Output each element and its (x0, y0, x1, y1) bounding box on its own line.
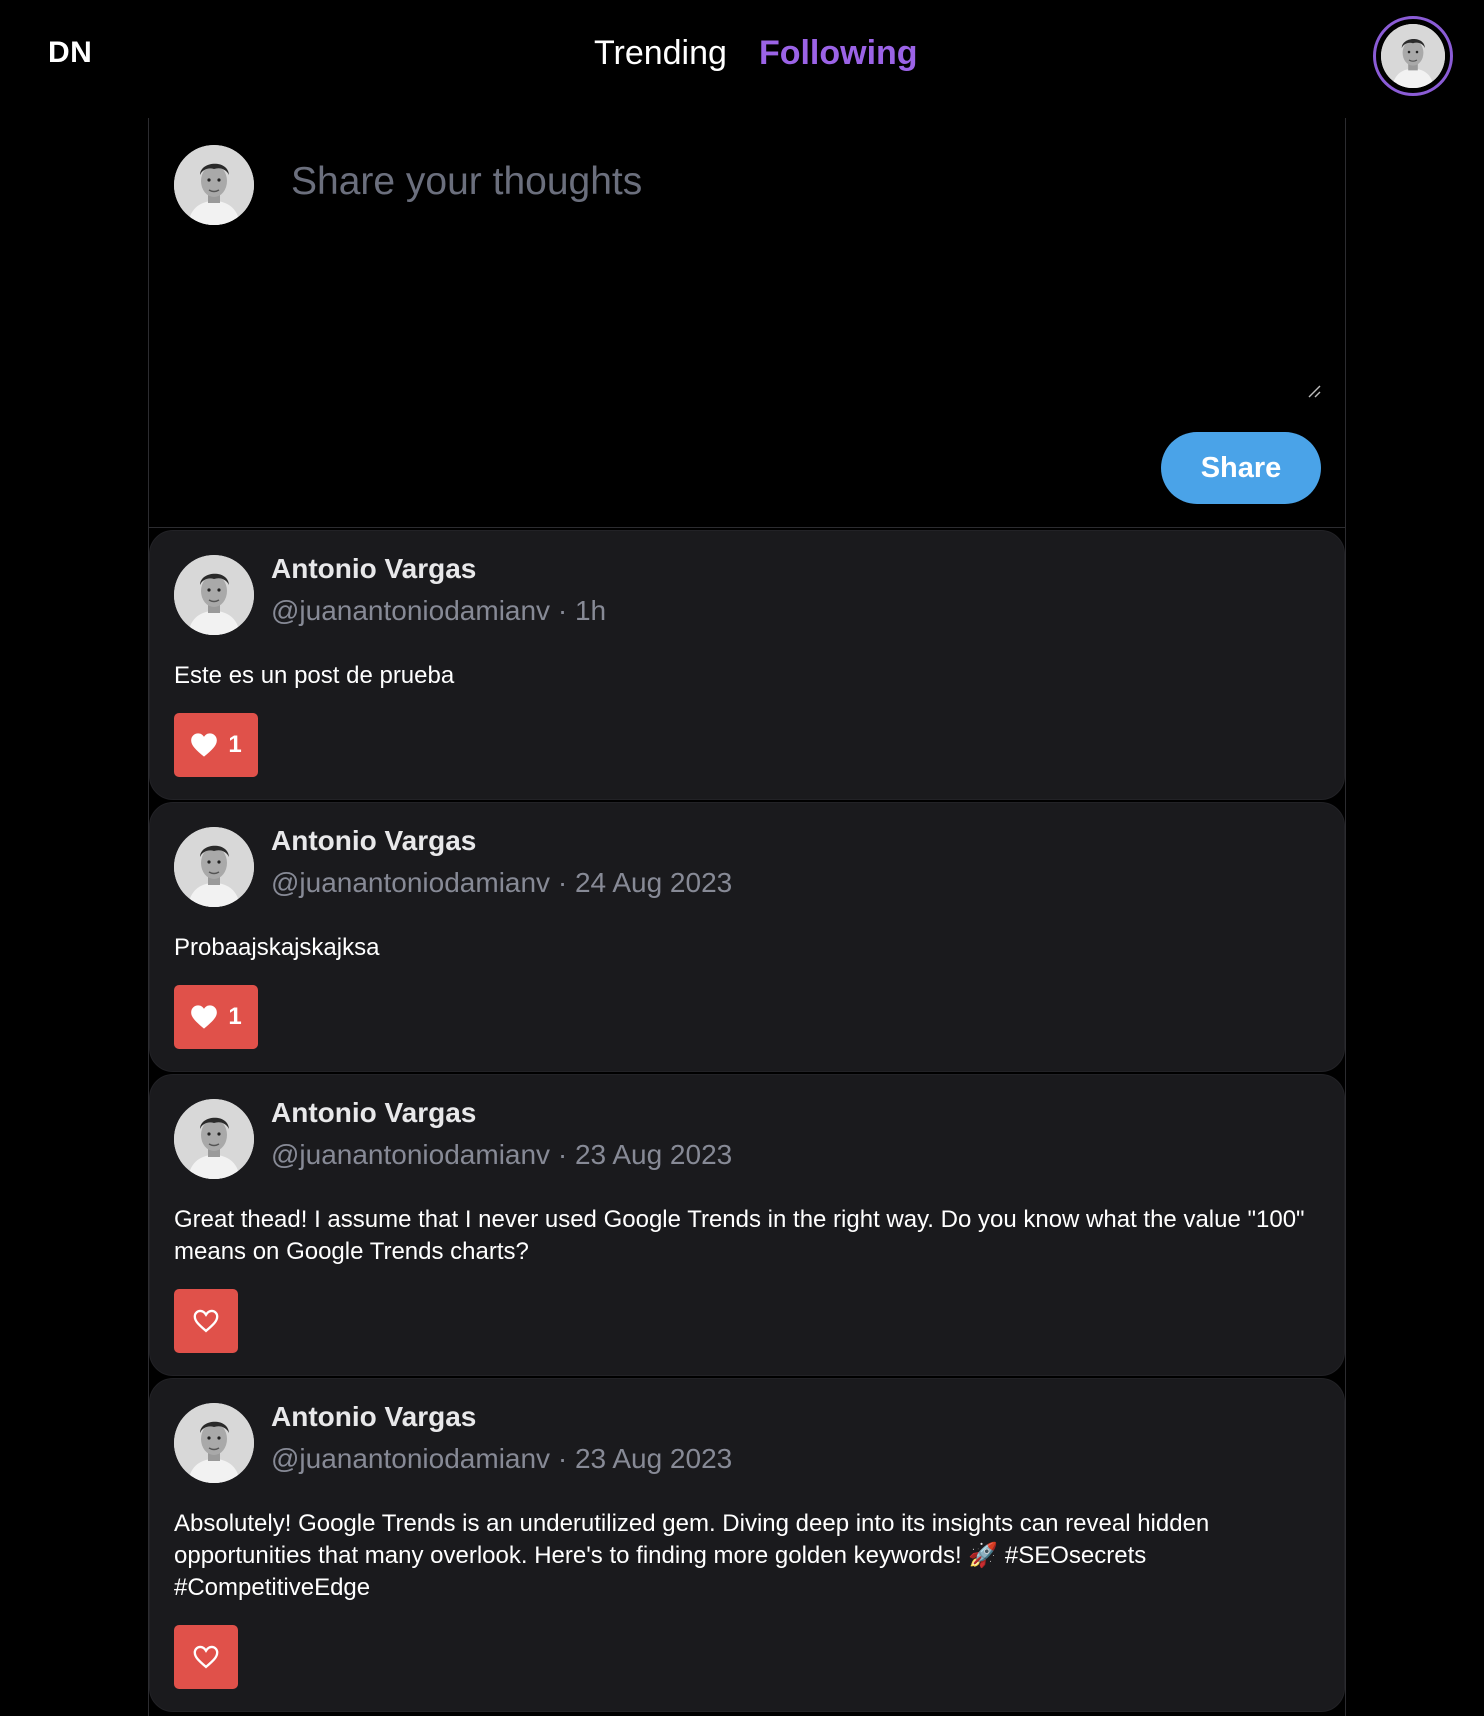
composer-avatar (174, 145, 254, 225)
post-card: Antonio Vargas @juanantoniodamianv · 24 … (149, 802, 1345, 1072)
like-count: 1 (228, 731, 242, 758)
post-body: Great thead! I assume that I never used … (174, 1206, 1305, 1265)
post-author-name[interactable]: Antonio Vargas (271, 1401, 476, 1433)
feed-column: Share Antonio Vargas @juanantoniodamianv… (148, 118, 1346, 1716)
post-author-avatar[interactable] (174, 827, 254, 907)
post-body: Absolutely! Google Trends is an underuti… (174, 1510, 1210, 1601)
post-input[interactable] (289, 158, 1321, 402)
like-button[interactable]: 1 (174, 713, 258, 777)
like-button[interactable] (174, 1289, 238, 1353)
heart-outline-icon (193, 1309, 219, 1333)
share-button[interactable]: Share (1161, 432, 1321, 504)
post-handle-time: @juanantoniodamianv · 1h (271, 595, 607, 626)
like-button[interactable] (174, 1625, 238, 1689)
tab-following[interactable]: Following (759, 34, 918, 73)
app-logo[interactable]: DN (48, 36, 92, 70)
avatar (174, 145, 254, 225)
like-button[interactable]: 1 (174, 985, 258, 1049)
post-author-avatar[interactable] (174, 1099, 254, 1179)
post-handle-time: @juanantoniodamianv · 23 Aug 2023 (271, 1443, 733, 1474)
post-handle-time: @juanantoniodamianv · 24 Aug 2023 (271, 867, 733, 898)
avatar (174, 555, 254, 635)
post-author-name[interactable]: Antonio Vargas (271, 553, 476, 585)
post-handle-time: @juanantoniodamianv · 23 Aug 2023 (271, 1139, 733, 1170)
post-author-avatar[interactable] (174, 555, 254, 635)
avatar (1381, 24, 1445, 88)
heart-filled-icon (191, 733, 218, 757)
heart-filled-icon (191, 1005, 218, 1029)
avatar (174, 1099, 254, 1179)
post-body: Probaajskajskajksa (174, 934, 380, 961)
tab-trending[interactable]: Trending (594, 34, 727, 73)
avatar (174, 1403, 254, 1483)
post-author-name[interactable]: Antonio Vargas (271, 1097, 476, 1129)
top-navigation-bar: DN Trending Following (0, 0, 1484, 118)
post-card: Antonio Vargas @juanantoniodamianv · 1h … (149, 530, 1345, 800)
heart-outline-icon (193, 1645, 219, 1669)
like-count: 1 (228, 1003, 242, 1030)
post-author-avatar[interactable] (174, 1403, 254, 1483)
avatar (174, 827, 254, 907)
post-card: Antonio Vargas @juanantoniodamianv · 23 … (149, 1378, 1345, 1712)
resize-grip-icon[interactable] (1307, 384, 1321, 398)
profile-avatar-button[interactable] (1373, 16, 1453, 96)
post-author-name[interactable]: Antonio Vargas (271, 825, 476, 857)
feed-tabs: Trending Following (594, 34, 918, 73)
post-composer: Share (149, 118, 1345, 528)
post-card: Antonio Vargas @juanantoniodamianv · 23 … (149, 1074, 1345, 1376)
post-body: Este es un post de prueba (174, 662, 455, 689)
